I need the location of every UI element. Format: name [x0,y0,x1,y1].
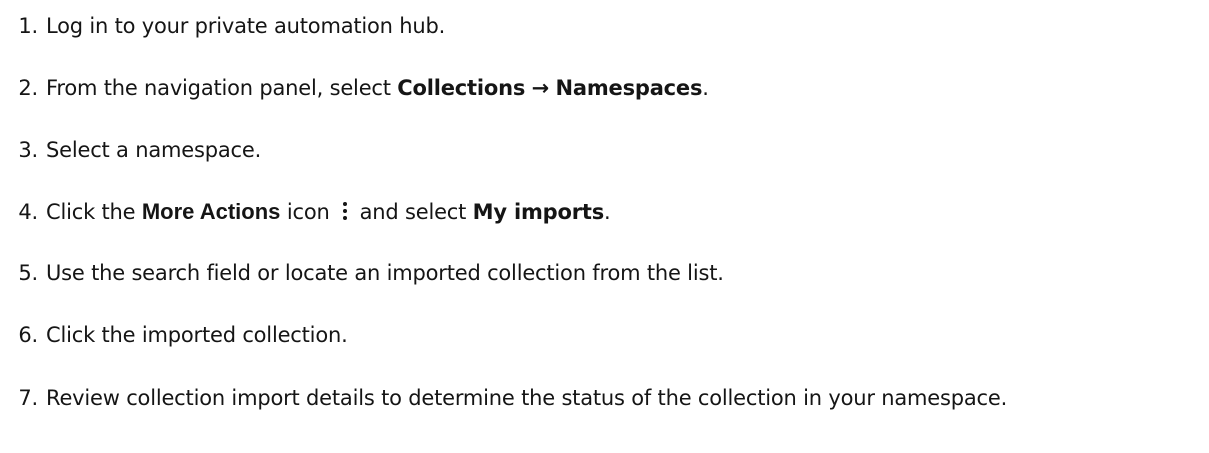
step-2: 2. From the navigation panel, select Coll… [0,73,709,103]
menu-namespaces: Namespaces [555,76,703,100]
step-6: 6. Click the imported collection. [0,320,348,350]
step-number: 2. [18,76,38,100]
menu-arrow: → [531,76,550,100]
more-actions-label: More Actions [141,199,281,224]
step-text: Click the [46,200,142,224]
step-text-suffix: . [702,76,709,100]
step-text: Use the search field or locate an import… [46,261,724,285]
menu-my-imports: My imports [472,200,605,224]
step-text-icon-word: icon [280,200,330,224]
step-1: 1. Log in to your private automation hub. [0,11,445,41]
step-5: 5. Use the search field or locate an impo… [0,258,724,288]
step-text: Log in to your private automation hub. [46,14,446,38]
step-7: 7. Review collection import details to de… [0,383,1007,413]
menu-collections: Collections [397,76,526,100]
step-text: Select a namespace. [46,138,262,162]
step-number: 1. [18,14,38,38]
step-number: 5. [18,261,38,285]
step-text: Review collection import details to dete… [46,386,1008,410]
step-number: 6. [18,323,38,347]
step-text: From the navigation panel, select [46,76,398,100]
step-text: Click the imported collection. [46,323,348,347]
step-text-after-icon: and select [359,200,473,224]
step-number: 3. [18,138,38,162]
step-3: 3. Select a namespace. [0,135,261,165]
step-number: 4. [18,200,38,224]
step-4: 4. Click the More Actions icon and select … [0,197,611,227]
step-text-suffix: . [604,200,611,224]
kebab-vertical-icon [340,201,350,221]
step-number: 7. [18,386,38,410]
